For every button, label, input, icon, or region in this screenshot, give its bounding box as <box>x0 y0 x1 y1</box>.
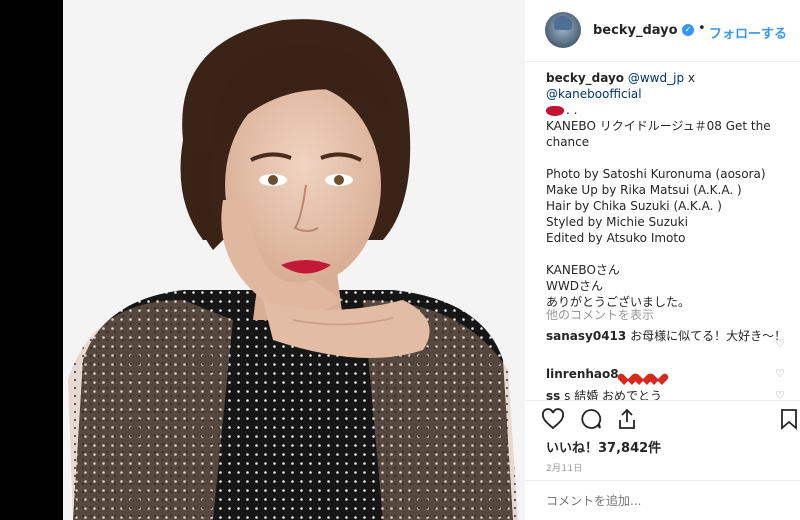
modal-backdrop[interactable] <box>0 0 63 520</box>
comment-item: ss s 結婚 おめでとう <box>546 388 791 400</box>
post-header: becky_dayo ✓ • フォローする <box>525 0 800 62</box>
post-date[interactable]: 2月11日 <box>546 461 583 474</box>
separator-dot: • <box>698 21 706 36</box>
caption-line: Hair by Chika Suzuki (A.K.A. ) <box>546 199 722 213</box>
caption-line: KANEBOさん <box>546 263 620 277</box>
comment-username[interactable]: ss <box>546 389 560 400</box>
comment-bubble-icon[interactable] <box>579 407 603 431</box>
comment-username[interactable]: sanasy0413 <box>546 329 626 343</box>
comment-item: sanasy0413 お母様に似てる！大好き〜！ <box>546 328 791 344</box>
post-sidebar: becky_dayo ✓ • フォローする becky_dayo @wwd_jp… <box>525 0 800 520</box>
caption-line: Photo by Satoshi Kuronuma (aosora) <box>546 167 766 181</box>
caption: becky_dayo @wwd_jp x @kaneboofficial . .… <box>546 70 791 310</box>
like-comment-heart-icon[interactable]: ♡ <box>774 390 786 401</box>
share-icon[interactable] <box>615 407 639 431</box>
caption-line: KANEBO リクイドルージュ＃08 Get the chance <box>546 119 771 149</box>
lips-emoji-icon <box>546 105 564 116</box>
follow-button[interactable]: フォローする <box>709 23 787 42</box>
bookmark-icon[interactable] <box>777 407 800 431</box>
caption-line: Make Up by Rika Matsui (A.K.A. ) <box>546 183 742 197</box>
action-bar <box>525 400 800 436</box>
caption-x: x <box>687 71 695 85</box>
caption-line <box>546 246 791 262</box>
post-modal: becky_dayo ✓ • フォローする becky_dayo @wwd_jp… <box>0 0 800 520</box>
caption-line <box>546 150 791 166</box>
header-username[interactable]: becky_dayo <box>593 23 678 38</box>
heart-emoji-icon <box>652 369 664 381</box>
like-comment-heart-icon[interactable]: ♡ <box>774 338 786 350</box>
load-more-comments[interactable]: 他のコメントを表示 <box>546 306 654 323</box>
caption-line: WWDさん <box>546 279 603 293</box>
verified-badge-icon: ✓ <box>682 24 694 36</box>
mention-wwd[interactable]: @wwd_jp <box>628 71 684 85</box>
comment-username[interactable]: linrenhao8 <box>546 367 619 381</box>
likes-count[interactable]: いいね！37,842件 <box>546 437 661 456</box>
comment-text: お母様に似てる！大好き〜！ <box>630 329 787 343</box>
like-heart-icon[interactable] <box>541 407 565 431</box>
caption-tail: . . <box>566 103 578 117</box>
comments-area[interactable]: becky_dayo @wwd_jp x @kaneboofficial . .… <box>525 62 800 400</box>
post-photo[interactable] <box>63 0 525 520</box>
caption-line: Edited by Atsuko Imoto <box>546 231 686 245</box>
avatar[interactable] <box>545 12 581 48</box>
portrait-image <box>63 0 525 520</box>
add-comment-input[interactable] <box>546 494 776 508</box>
mention-kanebo[interactable]: @kaneboofficial <box>546 87 642 101</box>
add-comment-bar <box>525 480 800 520</box>
comment-item: linrenhao8 <box>546 366 791 382</box>
comment-text: s 結婚 おめでとう <box>564 389 663 400</box>
like-comment-heart-icon[interactable]: ♡ <box>774 368 786 380</box>
caption-line: Styled by Michie Suzuki <box>546 215 688 229</box>
caption-username[interactable]: becky_dayo <box>546 71 624 85</box>
